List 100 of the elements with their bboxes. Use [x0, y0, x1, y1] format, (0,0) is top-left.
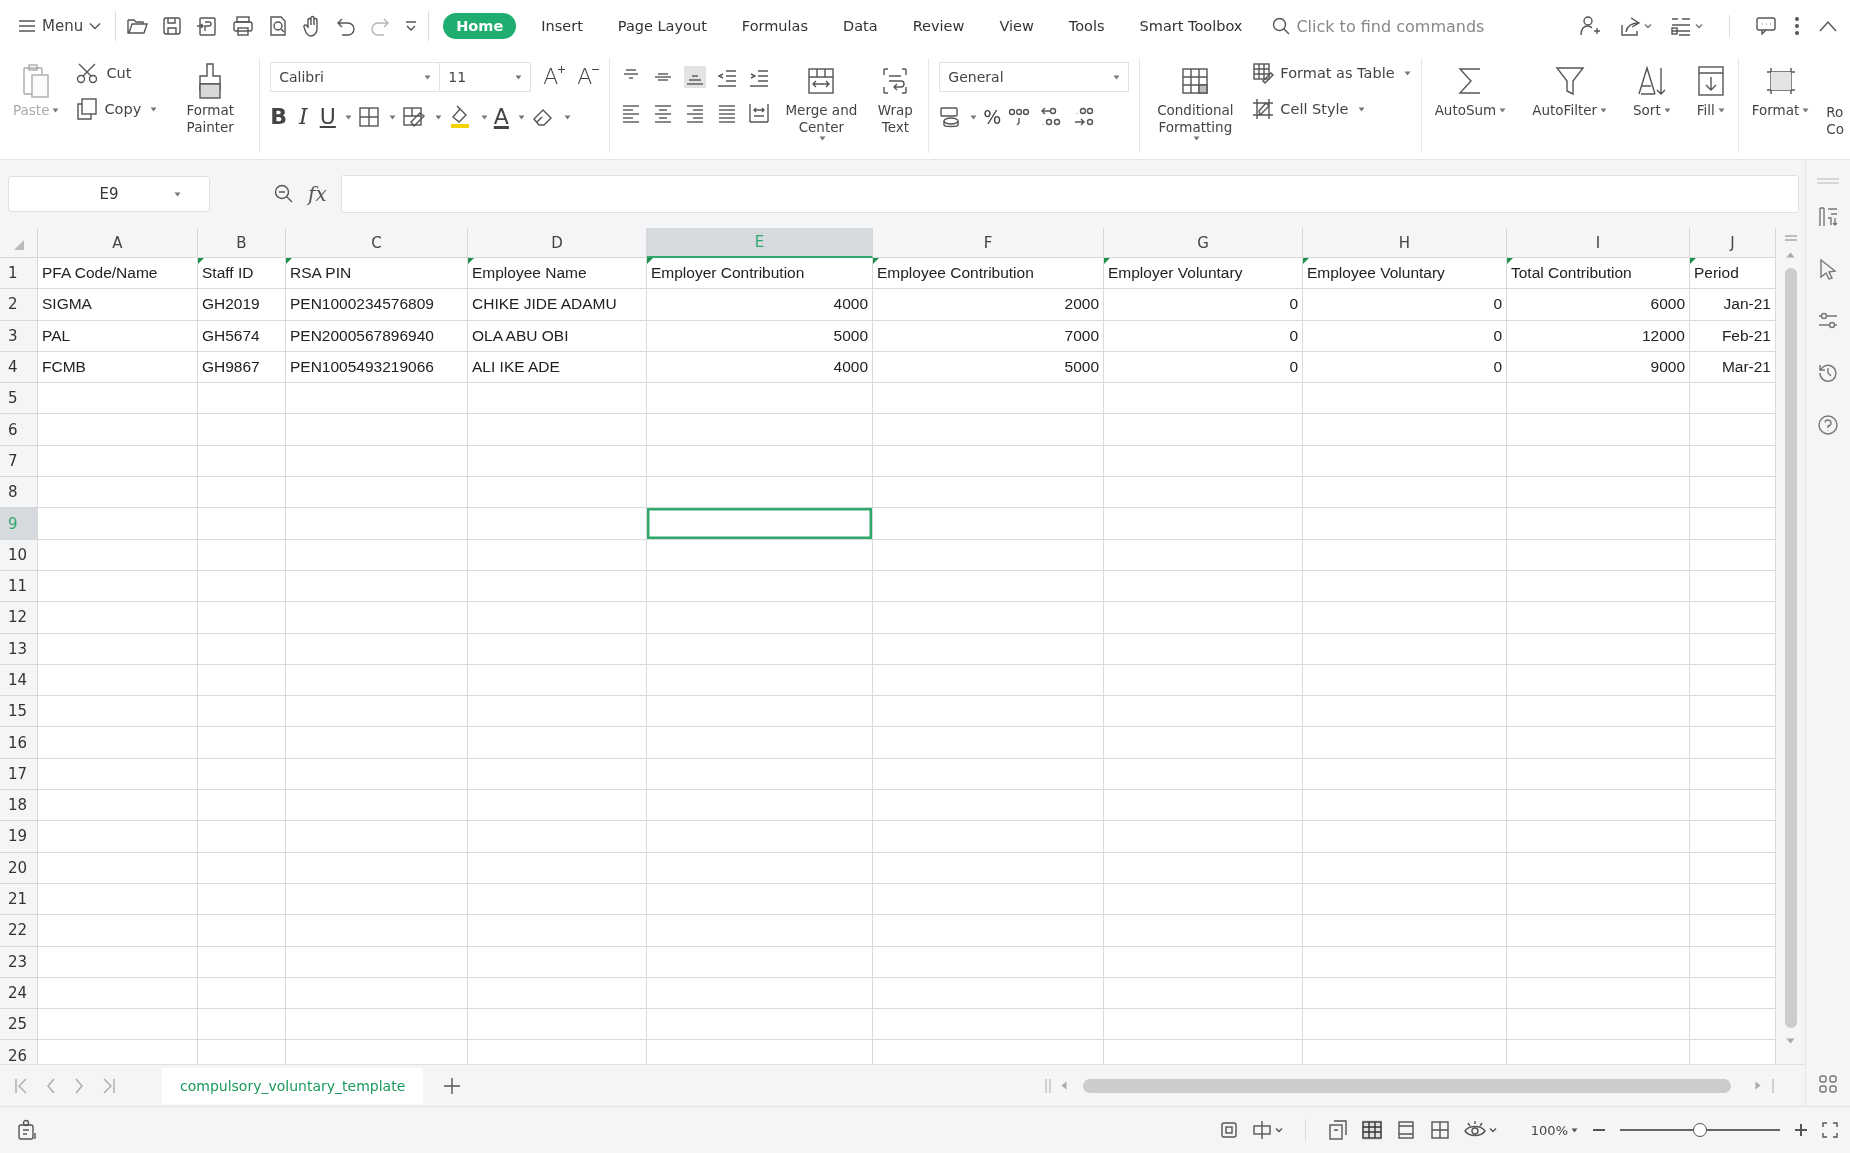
caret-icon[interactable] — [434, 114, 442, 120]
grid-view-icon[interactable] — [1361, 1120, 1382, 1140]
caret-icon[interactable] — [388, 114, 396, 120]
scrollbar-thumb[interactable] — [1784, 268, 1797, 1028]
scrollbar-thumb[interactable] — [1083, 1078, 1731, 1093]
caret-icon[interactable] — [563, 114, 571, 120]
row-header[interactable]: 4 — [0, 351, 38, 384]
more-icon[interactable] — [1794, 16, 1800, 36]
print-icon[interactable] — [232, 16, 255, 36]
row-header[interactable]: 15 — [0, 696, 38, 728]
split-handle-icon[interactable] — [1771, 1078, 1775, 1093]
selected-cell[interactable] — [647, 508, 873, 540]
macro-icon[interactable] — [16, 1119, 38, 1141]
sort-panel-icon[interactable] — [1817, 206, 1839, 228]
increase-font-button[interactable]: A — [543, 64, 566, 90]
format-painter-button[interactable]: Format Painter — [171, 58, 250, 138]
row-header[interactable]: 14 — [0, 664, 38, 697]
history-icon[interactable] — [1817, 362, 1839, 384]
insert-function-button[interactable]: fx — [308, 182, 327, 206]
caret-icon[interactable] — [480, 114, 488, 120]
row-col-button[interactable]: Ro Co — [1826, 104, 1847, 138]
row-header[interactable]: 5 — [0, 383, 38, 415]
split-handle-icon[interactable] — [1045, 1078, 1051, 1093]
font-name-field[interactable]: Calibri — [270, 62, 441, 92]
collapse-icon[interactable] — [1818, 20, 1838, 32]
row-header[interactable]: 24 — [0, 977, 38, 1010]
apps-icon[interactable] — [1818, 1074, 1838, 1094]
ribbon-tab[interactable]: Review — [912, 13, 965, 39]
caret-icon[interactable] — [174, 191, 181, 197]
distribute-icon[interactable] — [748, 102, 771, 124]
copy-button[interactable]: Copy — [76, 98, 158, 120]
row-header[interactable]: 23 — [0, 946, 38, 978]
row-header[interactable]: 21 — [0, 883, 38, 916]
row-header[interactable]: 22 — [0, 915, 38, 947]
number-format-field[interactable]: General — [939, 62, 1130, 92]
ribbon-tab[interactable]: View — [999, 13, 1034, 39]
zoom-level[interactable]: 100% — [1530, 1122, 1578, 1138]
ribbon-tab[interactable]: Tools — [1068, 13, 1105, 39]
page-break-view-icon[interactable] — [1429, 1120, 1450, 1140]
caret-icon[interactable] — [1802, 108, 1810, 113]
caret-icon[interactable] — [1600, 108, 1608, 113]
ribbon-tab[interactable]: Page Layout — [617, 13, 707, 39]
ribbon-tab[interactable]: Formulas — [741, 13, 809, 39]
ribbon-tab[interactable]: Data — [843, 13, 878, 39]
merge-center-button[interactable]: Merge and Center — [782, 58, 861, 143]
caret-icon[interactable] — [150, 106, 158, 112]
search-field[interactable]: Click to find commands — [1272, 15, 1499, 37]
wrap-text-button[interactable]: Wrap Text — [872, 58, 919, 138]
borders-icon[interactable] — [357, 106, 380, 128]
percent-button[interactable]: % — [983, 104, 1002, 130]
format-button[interactable]: Format — [1748, 58, 1813, 121]
zoom-out-icon[interactable] — [274, 184, 294, 204]
panel-handle-icon[interactable] — [1817, 178, 1839, 184]
caret-icon[interactable] — [970, 114, 978, 120]
row-header[interactable]: 17 — [0, 758, 38, 791]
row-header[interactable]: 8 — [0, 477, 38, 509]
align-bottom-icon[interactable] — [684, 66, 707, 88]
row-header[interactable]: 16 — [0, 727, 38, 759]
caret-icon[interactable] — [1499, 108, 1507, 113]
caret-icon[interactable] — [515, 74, 523, 80]
cell-style-button[interactable]: Cell Style — [1252, 98, 1411, 120]
save-icon[interactable] — [162, 16, 183, 36]
add-user-icon[interactable] — [1579, 15, 1601, 37]
ribbon-tab[interactable]: Insert — [541, 13, 583, 39]
fullscreen-icon[interactable] — [1822, 1122, 1838, 1138]
row-header[interactable]: 25 — [0, 1009, 38, 1041]
row-header[interactable]: 7 — [0, 445, 38, 478]
currency-icon[interactable] — [939, 106, 962, 128]
menu-button[interactable]: Menu — [14, 13, 106, 39]
autosum-button[interactable]: AutoSum — [1431, 58, 1510, 121]
normal-view-icon[interactable] — [1327, 1120, 1348, 1140]
format-as-table-button[interactable]: Format as Table — [1252, 62, 1411, 84]
row-header[interactable]: 26 — [0, 1040, 38, 1064]
comment-icon[interactable] — [1756, 17, 1776, 35]
row-header[interactable]: 1 — [0, 258, 38, 290]
row-header[interactable]: 20 — [0, 852, 38, 884]
reading-mode-icon[interactable] — [1219, 1121, 1238, 1139]
bold-button[interactable]: B — [270, 104, 287, 130]
open-folder-icon[interactable] — [126, 16, 149, 36]
caret-icon[interactable] — [1357, 106, 1365, 112]
caret-icon[interactable] — [517, 114, 525, 120]
zoom-in-icon[interactable] — [1794, 1123, 1808, 1137]
caret-icon[interactable] — [424, 74, 432, 80]
caret-icon[interactable] — [819, 136, 827, 141]
font-size-field[interactable]: 11 — [439, 62, 532, 92]
font-color-button[interactable]: A — [493, 104, 509, 130]
caret-icon[interactable] — [344, 114, 352, 120]
customize-icon[interactable] — [404, 19, 419, 33]
decrease-font-button[interactable]: A — [577, 64, 600, 90]
caret-icon[interactable] — [1717, 108, 1725, 113]
export-icon[interactable] — [196, 15, 219, 37]
conditional-formatting-button[interactable]: Conditional Formatting — [1150, 58, 1241, 143]
column-header[interactable]: G — [1104, 228, 1303, 258]
row-header[interactable]: 10 — [0, 539, 38, 571]
caret-icon[interactable] — [1193, 136, 1201, 141]
ribbon-tab[interactable]: Smart Toolbox — [1139, 13, 1243, 39]
caret-icon[interactable] — [1571, 1127, 1578, 1133]
row-header[interactable]: 19 — [0, 821, 38, 853]
crosshair-icon[interactable] — [1251, 1120, 1272, 1140]
add-sheet-icon[interactable] — [443, 1076, 462, 1095]
